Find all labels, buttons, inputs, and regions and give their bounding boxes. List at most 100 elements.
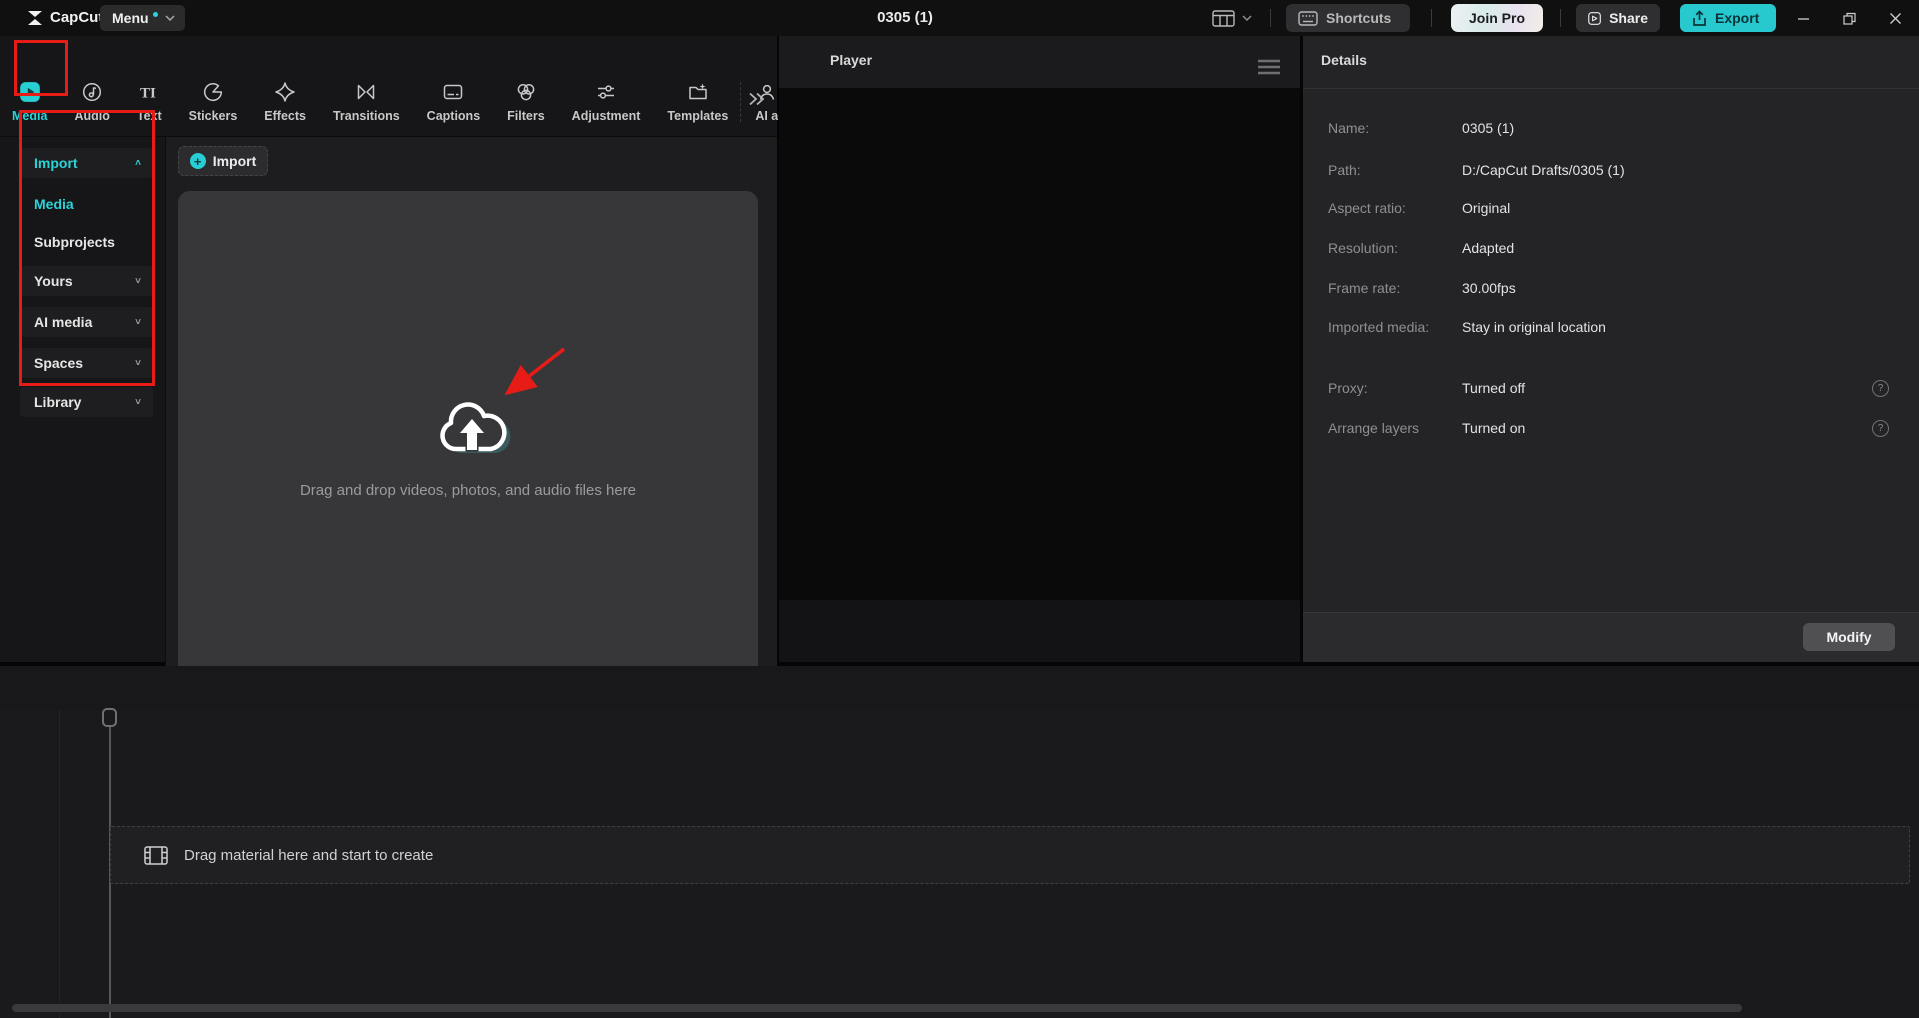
restore-icon (1842, 12, 1856, 25)
detail-label: Name: (1328, 120, 1370, 136)
player-video-area (779, 88, 1300, 600)
detail-value: D:/CapCut Drafts/0305 (1) (1462, 162, 1625, 178)
tab-templates[interactable]: Templates (667, 80, 728, 123)
sidebar-item-media[interactable]: Media (20, 189, 153, 219)
menu-button[interactable]: Menu (100, 5, 185, 31)
detail-label: Arrange layers (1328, 420, 1420, 436)
layout-chevron-down-icon[interactable] (1242, 15, 1252, 21)
detail-value: 30.00fps (1462, 280, 1516, 296)
restore-button[interactable] (1832, 0, 1866, 36)
tab-filters[interactable]: Filters (507, 80, 545, 123)
shortcuts-button[interactable]: Shortcuts (1286, 4, 1410, 32)
ribbon-divider (740, 82, 741, 122)
sidebar-item-ai-media[interactable]: AI media ˅ (20, 307, 153, 337)
timeline-drop-hint: Drag material here and start to create (184, 846, 434, 864)
help-icon[interactable]: ? (1872, 380, 1889, 397)
detail-label: Frame rate: (1328, 280, 1401, 296)
menu-label: Menu (112, 10, 149, 26)
sidebar-item-library[interactable]: Library ˅ (20, 387, 153, 417)
film-icon (144, 845, 168, 865)
titlebar-divider (1270, 9, 1271, 27)
tab-adjustment[interactable]: Adjustment (572, 80, 640, 123)
tab-text[interactable]: TI Text (137, 80, 162, 124)
titlebar-divider (1431, 9, 1432, 27)
timeline-left-divider (59, 710, 60, 1018)
detail-label: Resolution: (1328, 240, 1399, 256)
help-icon[interactable]: ? (1872, 420, 1889, 437)
detail-label: Imported media: (1328, 319, 1430, 335)
export-button[interactable]: Export (1680, 4, 1776, 32)
details-title: Details (1321, 52, 1367, 68)
export-icon (1693, 9, 1706, 26)
share-icon (1588, 11, 1601, 25)
timeline-dropzone[interactable]: Drag material here and start to create (110, 826, 1910, 884)
svg-text:TI: TI (140, 86, 156, 102)
cloud-upload-icon (430, 392, 512, 463)
playhead-handle[interactable] (102, 708, 117, 727)
detail-value: Stay in original location (1462, 319, 1606, 335)
chevron-down-icon: ˅ (135, 357, 141, 369)
detail-value: Turned off (1462, 380, 1526, 396)
capcut-window: CapCut Menu 0305 (1) Shortcuts Join Pro … (0, 0, 1919, 1018)
title-bar: CapCut Menu 0305 (1) Shortcuts Join Pro … (0, 0, 1919, 36)
media-icon (18, 80, 42, 104)
titlebar-divider (1560, 9, 1561, 27)
templates-icon (687, 80, 709, 104)
double-chevron-right-icon[interactable] (748, 92, 766, 106)
chevron-down-icon: ˅ (135, 396, 141, 408)
tab-media[interactable]: Media (12, 80, 47, 123)
audio-icon (81, 80, 103, 104)
tab-audio[interactable]: Audio (74, 80, 110, 123)
stickers-icon (202, 80, 224, 104)
modify-button[interactable]: Modify (1803, 623, 1895, 651)
close-icon (1889, 12, 1901, 24)
minimize-button[interactable] (1786, 0, 1820, 36)
chevron-down-icon: ˅ (135, 316, 141, 328)
share-label: Share (1609, 10, 1648, 26)
detail-label: Path: (1328, 162, 1361, 178)
transitions-icon (355, 80, 377, 104)
player-title: Player (830, 52, 873, 68)
horizontal-scrollbar[interactable] (12, 1004, 1742, 1012)
chevron-down-icon: ˅ (135, 275, 141, 287)
details-header-divider (1303, 88, 1919, 89)
chevron-down-icon (165, 15, 175, 21)
project-title: 0305 (1) (877, 9, 933, 26)
detail-value: Original (1462, 200, 1511, 216)
export-label: Export (1715, 10, 1760, 26)
sidebar-item-subprojects[interactable]: Subprojects (20, 227, 153, 257)
minimize-icon (1797, 17, 1809, 20)
sidebar-item-import[interactable]: Import ˄ (20, 148, 153, 178)
import-button[interactable]: + Import (178, 146, 268, 176)
detail-label: Aspect ratio: (1328, 200, 1406, 216)
sidebar-item-spaces[interactable]: Spaces ˅ (20, 348, 153, 378)
adjustment-icon (595, 80, 617, 104)
ribbon-tab-bar: Media Audio TI Text Stickers Effects Tra… (12, 80, 778, 136)
hamburger-menu-icon[interactable] (1257, 59, 1281, 75)
chevron-up-icon: ˄ (135, 157, 141, 169)
dropzone-hint: Drag and drop videos, photos, and audio … (299, 482, 637, 499)
media-library-panel: Media Audio TI Text Stickers Effects Tra… (0, 36, 778, 698)
close-button[interactable] (1878, 0, 1912, 36)
effects-icon (274, 80, 296, 104)
timeline-toolbar (0, 666, 1919, 710)
filters-icon (515, 80, 537, 104)
tab-transitions[interactable]: Transitions (333, 80, 400, 123)
tab-stickers[interactable]: Stickers (189, 80, 237, 123)
brand-name: CapCut (50, 9, 104, 26)
detail-value: 0305 (1) (1462, 120, 1515, 136)
text-icon: TI (138, 80, 160, 104)
join-pro-button[interactable]: Join Pro (1451, 4, 1543, 32)
tab-captions[interactable]: Captions (427, 80, 480, 123)
detail-label: Proxy: (1328, 380, 1368, 396)
player-controls: 00:00:00:00 00:00:00:00 (779, 600, 1300, 662)
menu-badge-dot (152, 11, 158, 17)
layout-icon[interactable] (1212, 10, 1235, 27)
captions-icon (442, 80, 464, 104)
sidebar-item-yours[interactable]: Yours ˅ (20, 266, 153, 296)
share-button[interactable]: Share (1576, 4, 1660, 32)
tab-effects[interactable]: Effects (264, 80, 306, 123)
detail-value: Turned on (1462, 420, 1526, 436)
plus-icon: + (189, 153, 206, 169)
shortcuts-label: Shortcuts (1326, 10, 1392, 26)
